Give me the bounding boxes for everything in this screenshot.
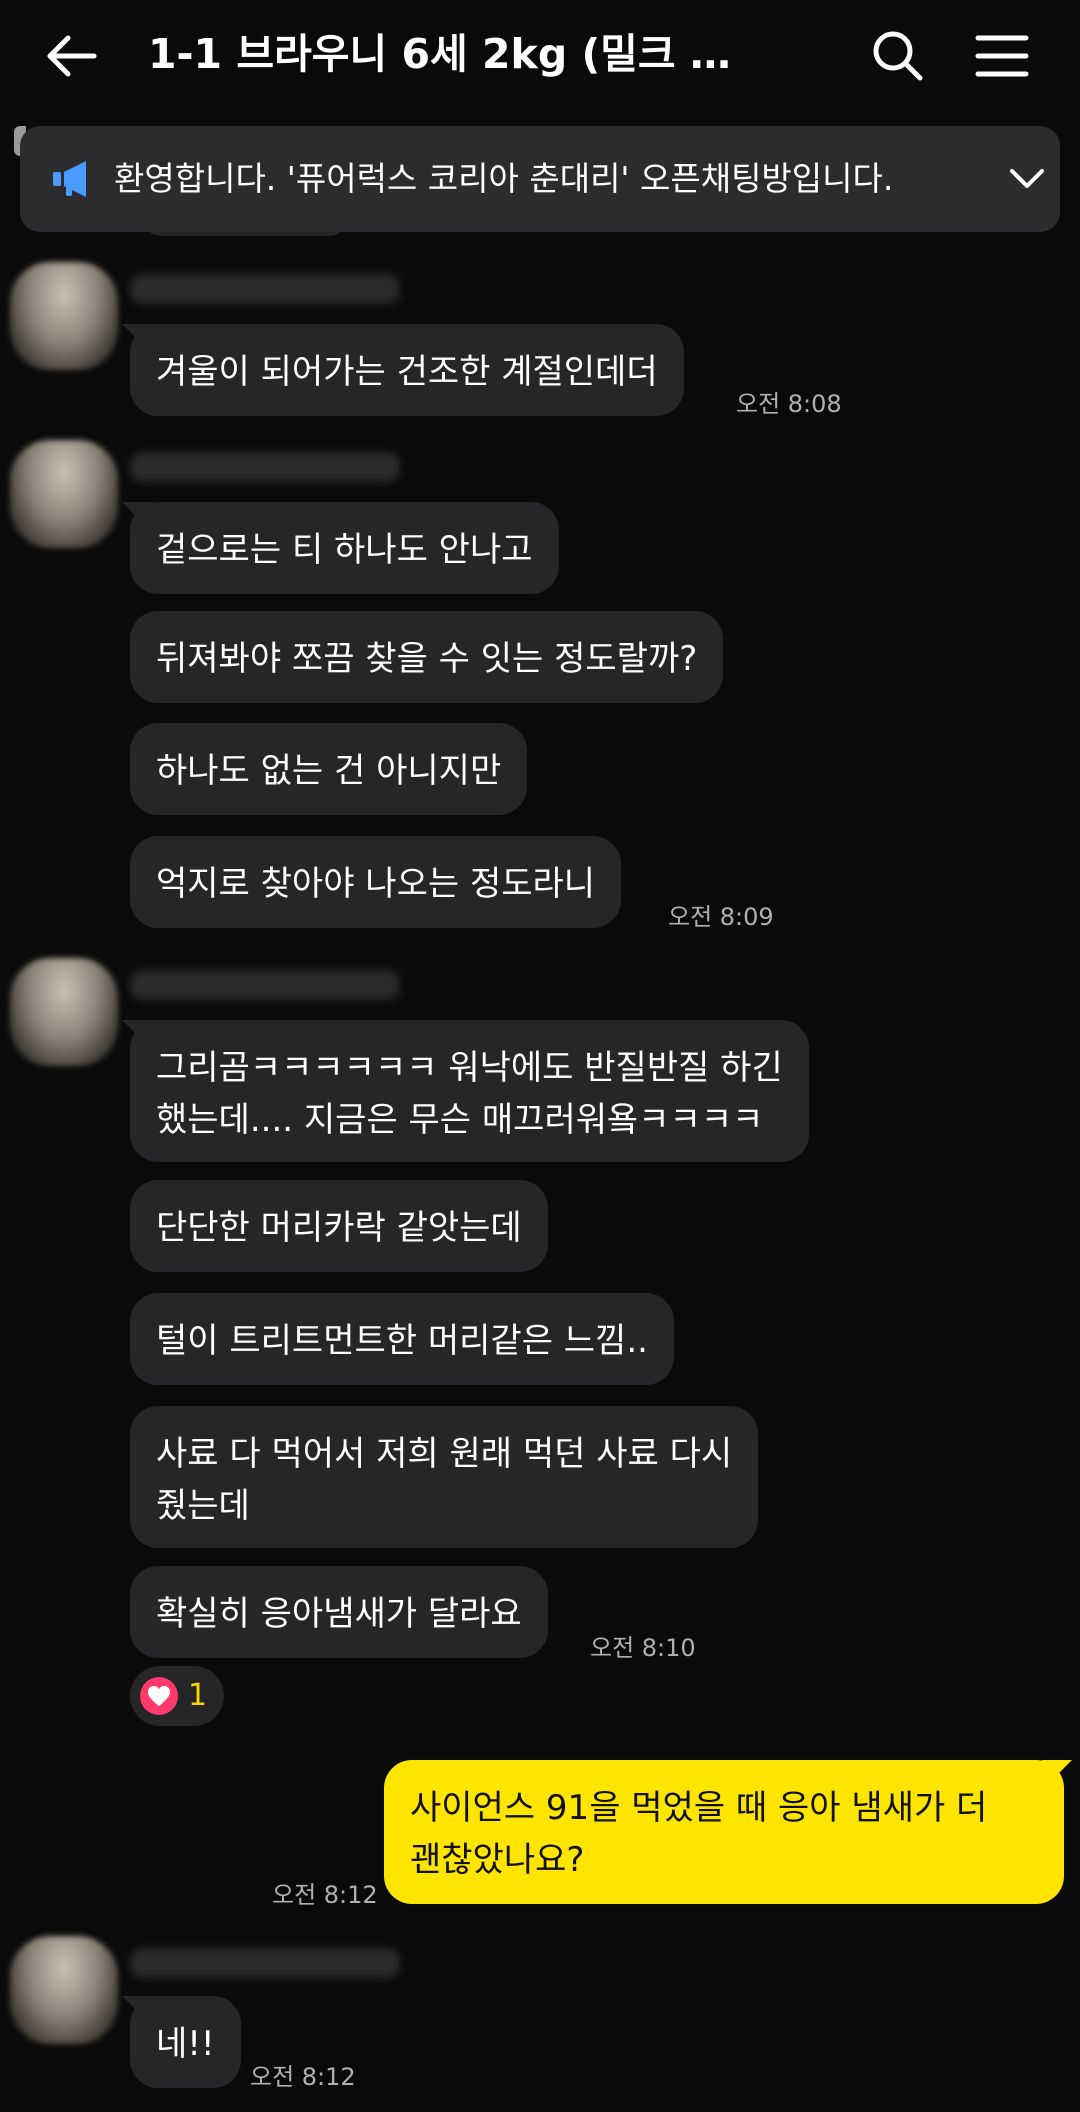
message-bubble[interactable]: 뒤져봐야 쪼끔 찾을 수 잇는 정도랄까? <box>130 611 724 703</box>
heart-icon-glyph <box>148 1686 170 1706</box>
avatar[interactable] <box>10 440 118 548</box>
notice-banner[interactable]: 환영합니다. '퓨어럭스 코리아 춘대리' 오픈채팅방입니다. <box>20 126 1060 232</box>
avatar[interactable] <box>10 262 118 370</box>
sender-name <box>130 274 400 304</box>
my-message-bubble[interactable]: 사이언스 91을 먹었을 때 응아 냄새가 더 괜찮았나요? <box>384 1760 1064 1904</box>
chevron-down-icon[interactable] <box>1006 158 1048 200</box>
message-time: 오전 8:12 <box>272 1881 378 1909</box>
avatar[interactable] <box>10 958 118 1066</box>
message-bubble[interactable]: 사료 다 먹어서 저희 원래 먹던 사료 다시 줬는데 <box>130 1406 759 1548</box>
message-bubble[interactable]: 겉으로는 티 하나도 안나고 <box>130 502 559 594</box>
message-time: 오전 8:08 <box>736 390 842 418</box>
chat-header: 1-1 브라우니 6세 2kg (밀크 4세... <box>0 0 1080 110</box>
heart-icon <box>140 1677 178 1715</box>
back-button[interactable] <box>40 24 104 88</box>
reaction-count: 1 <box>188 1678 208 1713</box>
chat-screen: 1-1 브라우니 6세 2kg (밀크 4세... 환영합니다. '퓨어럭스 코… <box>0 0 1080 2112</box>
sender-name <box>130 970 400 1000</box>
avatar[interactable] <box>10 1936 118 2044</box>
hamburger-menu-icon <box>975 35 1029 77</box>
message-bubble[interactable]: 네!! <box>130 1996 241 2088</box>
message-bubble[interactable]: 털이 트리트먼트한 머리같은 느낌.. <box>130 1293 674 1385</box>
message-bubble[interactable]: 겨울이 되어가는 건조한 계절인데더 <box>130 324 684 416</box>
message-time: 오전 8:09 <box>668 903 774 931</box>
search-button[interactable] <box>866 24 930 88</box>
notice-text: 환영합니다. '퓨어럭스 코리아 춘대리' 오픈채팅방입니다. <box>114 159 894 198</box>
arrow-left-icon <box>47 35 97 77</box>
reaction-badge[interactable]: 1 <box>130 1666 224 1726</box>
message-bubble[interactable]: 단단한 머리카락 같앗는데 <box>130 1180 548 1272</box>
chat-title: 1-1 브라우니 6세 2kg (밀크 4세... <box>148 30 758 78</box>
menu-button[interactable] <box>970 24 1034 88</box>
megaphone-icon <box>53 161 86 197</box>
message-bubble[interactable]: 억지로 찾아야 나오는 정도라니 <box>130 836 622 928</box>
message-time: 오전 8:12 <box>250 2063 356 2091</box>
message-bubble[interactable]: 확실히 응아냄새가 달라요 <box>130 1566 548 1658</box>
message-bubble[interactable]: 그리곰ㅋㅋㅋㅋㅋㅋ 워낙에도 반질반질 하긴 했는데.... 지금은 무슨 매끄… <box>130 1020 809 1162</box>
message-bubble[interactable]: 하나도 없는 건 아니지만 <box>130 723 528 815</box>
message-time: 오전 8:10 <box>590 1634 696 1662</box>
sender-name <box>130 1948 400 1978</box>
sender-name <box>130 452 400 482</box>
search-icon <box>873 31 923 81</box>
